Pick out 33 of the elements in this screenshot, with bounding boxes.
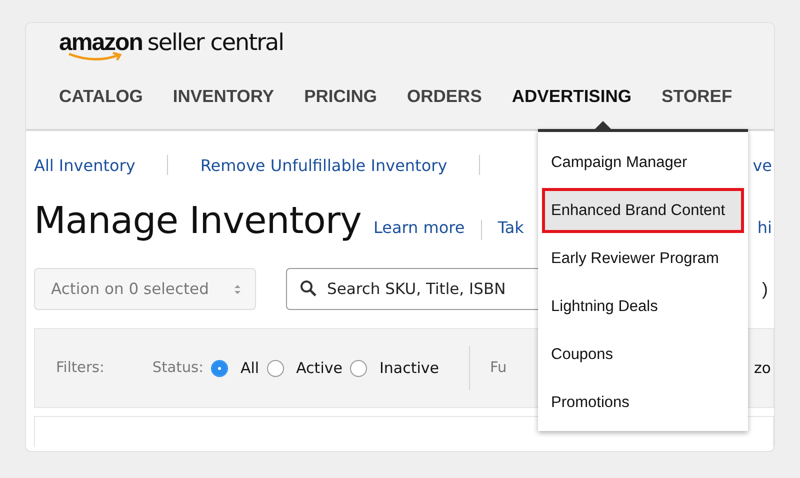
- inventory-link[interactable]: ve: [752, 156, 772, 174]
- inventory-link[interactable]: Remove Unfulfillable Inventory: [200, 156, 448, 174]
- partial-text: ): [762, 278, 768, 300]
- help-link[interactable]: Tak: [498, 218, 524, 237]
- inventory-link[interactable]: All Inventory: [34, 156, 136, 174]
- action-select[interactable]: Action on 0 selected: [34, 268, 256, 310]
- menu-item[interactable]: Promotions: [542, 380, 744, 425]
- logo-product: seller central: [147, 29, 284, 57]
- nav-tab[interactable]: STOREF: [661, 81, 732, 111]
- filter-option: zo: [754, 359, 771, 377]
- menu-item[interactable]: Coupons: [542, 332, 744, 377]
- nav-tab[interactable]: INVENTORY: [172, 81, 274, 111]
- filters-label: Filters:: [56, 360, 104, 376]
- search-icon: [300, 280, 317, 297]
- help-link[interactable]: Learn more: [373, 218, 465, 237]
- status-label: Status:: [152, 360, 204, 376]
- menu-item[interactable]: Enhanced Brand Content: [542, 188, 744, 233]
- sort-arrows-icon: [234, 284, 241, 294]
- filter-label: Fu: [490, 360, 507, 376]
- radio-button[interactable]: [350, 360, 368, 376]
- nav-tab[interactable]: CATALOG: [59, 81, 143, 111]
- page-title: Manage Inventory: [34, 199, 362, 242]
- radio-button[interactable]: [211, 360, 228, 376]
- radio-label: Active: [296, 359, 342, 377]
- nav-tab[interactable]: ORDERS: [407, 81, 482, 111]
- help-link[interactable]: hi: [757, 218, 772, 237]
- logo-brand: amazon: [59, 29, 142, 57]
- radio-label: Inactive: [379, 359, 439, 377]
- menu-item[interactable]: Campaign Manager: [542, 140, 744, 185]
- nav-tab[interactable]: PRICING: [304, 81, 377, 111]
- radio-label: All: [240, 359, 260, 377]
- radio-button[interactable]: [267, 360, 284, 376]
- nav-tab[interactable]: ADVERTISING: [512, 81, 632, 111]
